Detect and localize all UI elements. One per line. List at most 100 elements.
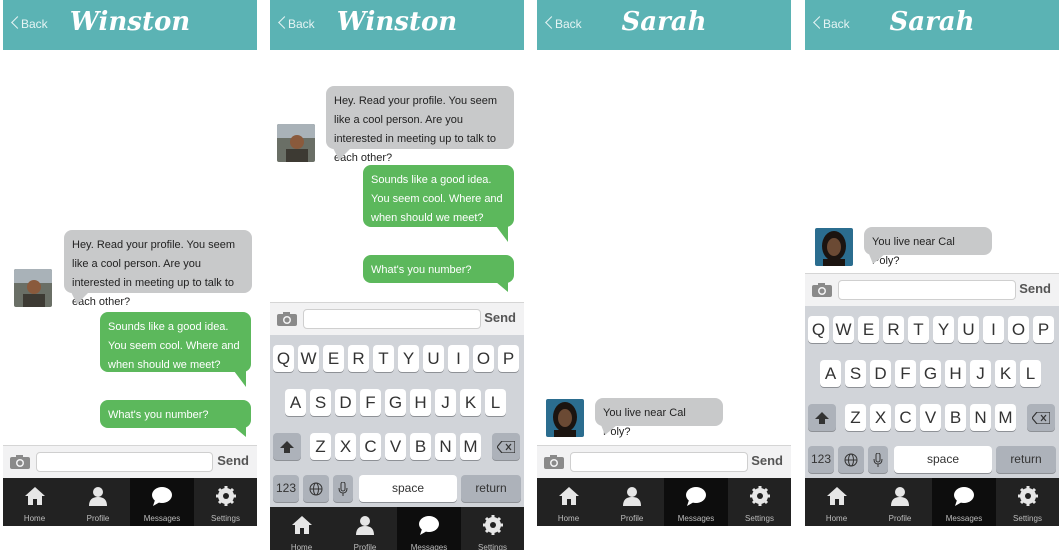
key-e[interactable]: E [858,316,879,343]
key-l[interactable]: L [1020,360,1041,387]
tab-home[interactable]: Home [270,507,333,550]
key-p[interactable]: P [1033,316,1054,343]
key-j[interactable]: J [435,389,456,416]
winston-avatar[interactable] [277,124,315,162]
sarah-avatar[interactable] [815,228,853,266]
tab-profile[interactable]: Profile [868,478,932,526]
key-z[interactable]: Z [310,433,331,460]
send-button[interactable]: Send [217,453,249,468]
delete-key[interactable] [492,433,520,460]
key-w[interactable]: W [833,316,854,343]
send-button[interactable]: Send [751,453,783,468]
key-m[interactable]: M [995,404,1016,431]
key-k[interactable]: K [995,360,1016,387]
key-u[interactable]: U [423,345,444,372]
tab-messages[interactable]: Messages [932,478,996,526]
numbers-key[interactable]: 123 [273,475,299,502]
message-input[interactable] [838,280,1016,300]
dictation-key[interactable] [868,446,888,473]
tab-settings[interactable]: Settings [194,478,257,526]
camera-icon[interactable] [544,455,564,469]
send-button[interactable]: Send [1019,281,1051,296]
tab-settings[interactable]: Settings [996,478,1059,526]
tab-messages[interactable]: Messages [397,507,461,550]
space-key[interactable]: space [894,446,992,473]
key-v[interactable]: V [385,433,406,460]
tab-home[interactable]: Home [805,478,868,526]
tab-profile[interactable]: Profile [600,478,664,526]
key-i[interactable]: I [448,345,469,372]
send-button[interactable]: Send [484,310,516,325]
key-q[interactable]: Q [808,316,829,343]
dictation-key[interactable] [333,475,353,502]
camera-icon[interactable] [812,283,832,297]
key-f[interactable]: F [895,360,916,387]
key-a[interactable]: A [285,389,306,416]
shift-key[interactable] [273,433,301,460]
key-r[interactable]: R [883,316,904,343]
tab-settings[interactable]: Settings [461,507,524,550]
key-a[interactable]: A [820,360,841,387]
key-b[interactable]: B [945,404,966,431]
camera-icon[interactable] [277,312,297,326]
return-key[interactable]: return [461,475,521,502]
key-r[interactable]: R [348,345,369,372]
key-o[interactable]: O [1008,316,1029,343]
delete-key[interactable] [1027,404,1055,431]
key-h[interactable]: H [410,389,431,416]
sarah-avatar[interactable] [546,399,584,437]
message-input[interactable] [36,452,213,472]
key-h[interactable]: H [945,360,966,387]
key-l[interactable]: L [485,389,506,416]
key-w[interactable]: W [298,345,319,372]
key-f[interactable]: F [360,389,381,416]
space-key[interactable]: space [359,475,457,502]
key-u[interactable]: U [958,316,979,343]
key-y[interactable]: Y [933,316,954,343]
key-b[interactable]: B [410,433,431,460]
tab-profile[interactable]: Profile [333,507,397,550]
key-s[interactable]: S [845,360,866,387]
key-x[interactable]: X [870,404,891,431]
key-k[interactable]: K [460,389,481,416]
key-d[interactable]: D [335,389,356,416]
tab-settings[interactable]: Settings [728,478,791,526]
winston-avatar[interactable] [14,269,52,307]
key-c[interactable]: C [360,433,381,460]
key-q[interactable]: Q [273,345,294,372]
tab-messages[interactable]: Messages [664,478,728,526]
key-d[interactable]: D [870,360,891,387]
key-t[interactable]: T [908,316,929,343]
key-o[interactable]: O [473,345,494,372]
key-x[interactable]: X [335,433,356,460]
camera-icon[interactable] [10,455,30,469]
return-key[interactable]: return [996,446,1056,473]
key-n[interactable]: N [435,433,456,460]
tab-messages[interactable]: Messages [130,478,194,526]
numbers-key[interactable]: 123 [808,446,834,473]
key-g[interactable]: G [920,360,941,387]
globe-key[interactable] [838,446,864,473]
message-input[interactable] [570,452,748,472]
tab-home[interactable]: Home [3,478,66,526]
chat-icon [419,516,439,535]
key-e[interactable]: E [323,345,344,372]
shift-key[interactable] [808,404,836,431]
key-t[interactable]: T [373,345,394,372]
key-m[interactable]: M [460,433,481,460]
key-g[interactable]: G [385,389,406,416]
key-p[interactable]: P [498,345,519,372]
key-j[interactable]: J [970,360,991,387]
key-v[interactable]: V [920,404,941,431]
key-y[interactable]: Y [398,345,419,372]
key-n[interactable]: N [970,404,991,431]
key-i[interactable]: I [983,316,1004,343]
tab-home[interactable]: Home [537,478,600,526]
key-c[interactable]: C [895,404,916,431]
tab-profile[interactable]: Profile [66,478,130,526]
tab-label: Settings [1013,514,1042,523]
message-input[interactable] [303,309,481,329]
key-z[interactable]: Z [845,404,866,431]
key-s[interactable]: S [310,389,331,416]
globe-key[interactable] [303,475,329,502]
